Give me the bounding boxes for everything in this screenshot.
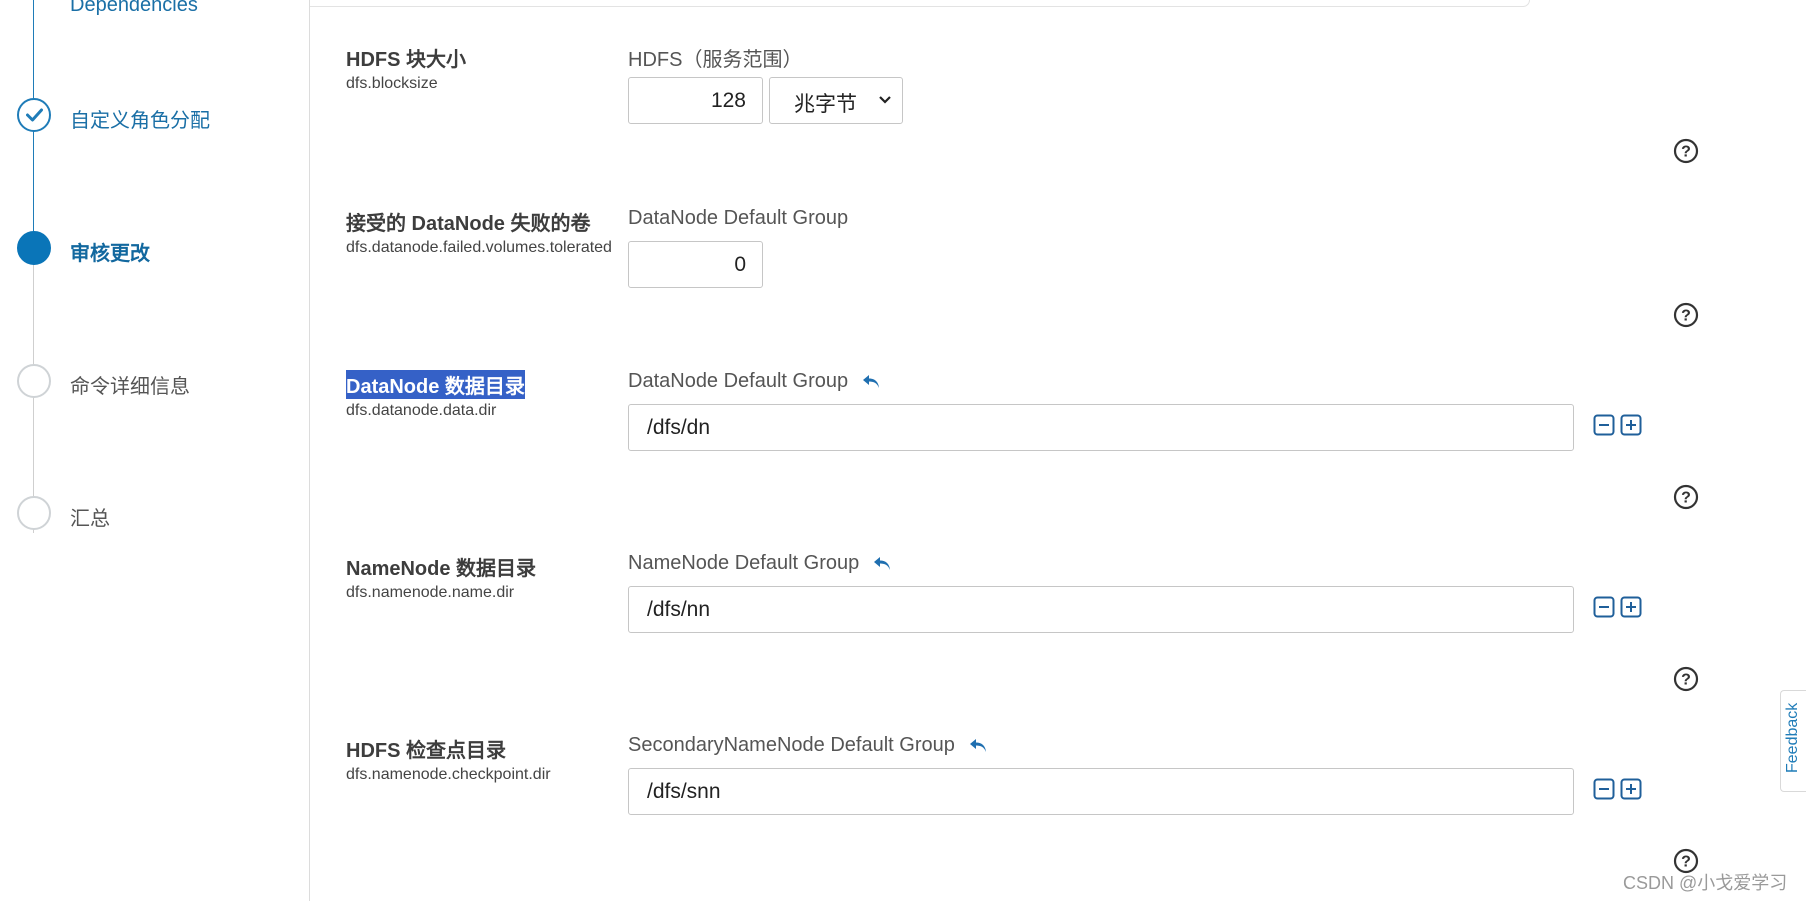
step-custom-role-assignment[interactable]: 自定义角色分配 (0, 95, 300, 135)
svg-text:?: ? (1681, 490, 1691, 507)
add-value-icon[interactable] (1620, 414, 1642, 436)
check-icon (17, 98, 51, 132)
property-key: dfs.datanode.data.dir (346, 402, 497, 419)
add-value-icon[interactable] (1620, 596, 1642, 618)
feedback-tab[interactable]: Feedback (1780, 690, 1806, 792)
help-icon[interactable]: ? (1673, 138, 1699, 164)
blocksize-input[interactable] (628, 77, 763, 124)
datanode-dir-input[interactable] (628, 404, 1574, 451)
scope-label: DataNode Default Group (628, 370, 882, 393)
help-icon[interactable]: ? (1673, 484, 1699, 510)
property-key: dfs.blocksize (346, 75, 438, 92)
property-key: dfs.datanode.failed.volumes.tolerated (346, 239, 612, 256)
property-name: HDFS 检查点目录 (346, 740, 506, 762)
remove-value-icon[interactable] (1593, 596, 1615, 618)
checkpoint-dir-input[interactable] (628, 768, 1574, 815)
step-command-details[interactable]: 命令详细信息 (0, 361, 300, 401)
step-label: 命令详细信息 (70, 376, 190, 398)
unit-select-value: 兆字节 (794, 93, 857, 116)
failed-volumes-input[interactable] (628, 241, 763, 288)
scope-label-text: SecondaryNameNode Default Group (628, 734, 955, 756)
step-dependencies-label[interactable]: Dependencies (70, 0, 198, 17)
svg-text:?: ? (1681, 144, 1691, 161)
svg-text:?: ? (1681, 854, 1691, 871)
property-name: NameNode 数据目录 (346, 558, 537, 580)
property-name: 接受的 DataNode 失败的卷 (346, 213, 591, 235)
svg-text:?: ? (1681, 672, 1691, 689)
property-name: DataNode 数据目录 (346, 370, 525, 399)
active-step-icon (17, 231, 51, 265)
add-value-icon[interactable] (1620, 778, 1642, 800)
unit-select[interactable]: 兆字节 (769, 77, 903, 124)
property-key: dfs.namenode.name.dir (346, 584, 515, 601)
remove-value-icon[interactable] (1593, 414, 1615, 436)
undo-icon[interactable] (969, 738, 989, 754)
wizard-sidebar: Dependencies 自定义角色分配 审核更改 命令详细信息 汇总 (0, 0, 310, 901)
chevron-down-icon (879, 96, 891, 104)
scope-label: SecondaryNameNode Default Group (628, 734, 989, 757)
undo-icon[interactable] (862, 374, 882, 390)
help-icon[interactable]: ? (1673, 302, 1699, 328)
undo-icon[interactable] (873, 556, 893, 572)
step-summary[interactable]: 汇总 (0, 493, 300, 533)
svg-text:?: ? (1681, 308, 1691, 325)
step-label: 自定义角色分配 (70, 110, 210, 132)
pending-step-icon (17, 496, 51, 530)
property-name: HDFS 块大小 (346, 49, 466, 71)
feedback-label: Feedback (1784, 702, 1801, 773)
page: Dependencies 自定义角色分配 审核更改 命令详细信息 汇总 HDFS… (0, 0, 1806, 901)
pending-step-icon (17, 364, 51, 398)
namenode-dir-input[interactable] (628, 586, 1574, 633)
step-review-changes[interactable]: 审核更改 (0, 228, 300, 268)
help-icon[interactable]: ? (1673, 666, 1699, 692)
watermark: CSDN @小戈爱学习 (1623, 873, 1788, 893)
top-strip (310, 0, 1530, 7)
step-label: 汇总 (70, 508, 110, 530)
scope-label: NameNode Default Group (628, 552, 893, 575)
scope-label: HDFS（服务范围） (628, 49, 803, 71)
scope-label-text: NameNode Default Group (628, 552, 860, 574)
property-key: dfs.namenode.checkpoint.dir (346, 766, 551, 783)
step-label: 审核更改 (70, 243, 150, 265)
scope-label-text: DataNode Default Group (628, 370, 849, 392)
scope-label: DataNode Default Group (628, 207, 849, 229)
remove-value-icon[interactable] (1593, 778, 1615, 800)
